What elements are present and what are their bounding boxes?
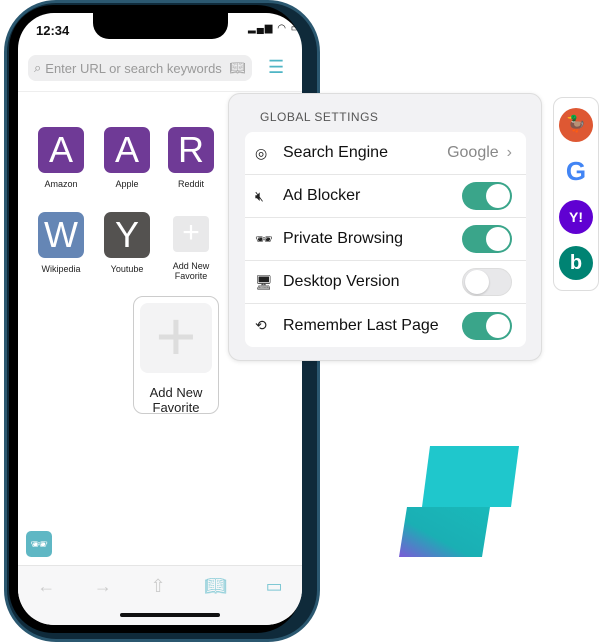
plus-icon: + bbox=[140, 301, 212, 373]
favorite-youtube[interactable]: Y Youtube bbox=[102, 212, 152, 274]
settings-sliders-icon[interactable]: ☰ bbox=[268, 57, 284, 78]
add-favorite-line2: Favorite bbox=[152, 400, 200, 415]
favorite-amazon[interactable]: A Amazon bbox=[36, 127, 86, 189]
logo-upper-shape bbox=[422, 446, 519, 507]
bookmarks-icon[interactable]: 📖︎ bbox=[229, 60, 246, 76]
url-bar[interactable]: ⌕ 📖︎ bbox=[28, 55, 252, 81]
muted-speaker-icon: 🔇︎ bbox=[255, 187, 264, 204]
setting-label: Search Engine bbox=[283, 144, 388, 161]
add-favorite-line1: Add New bbox=[149, 385, 203, 400]
favorite-wikipedia[interactable]: W Wikipedia bbox=[36, 212, 86, 274]
favorite-label: Youtube bbox=[110, 264, 144, 274]
desktop-version-toggle[interactable] bbox=[462, 268, 512, 296]
back-icon[interactable]: ← bbox=[37, 576, 55, 625]
settings-list: ◎ Search Engine Google › 🔇︎ Ad Blocker 🕶︎ Pri… bbox=[245, 132, 526, 347]
favorite-label: Reddit bbox=[177, 179, 204, 189]
favorite-apple[interactable]: A Apple bbox=[102, 127, 152, 189]
yahoo-icon[interactable]: Y! bbox=[559, 200, 593, 234]
favorite-tile: A bbox=[104, 127, 150, 173]
favorite-tile: A bbox=[38, 127, 84, 173]
tabs-icon[interactable]: ▭ bbox=[266, 576, 283, 625]
incognito-icon: 🕶︎ bbox=[255, 230, 273, 247]
search-engine-value: Google bbox=[447, 144, 499, 161]
search-engine-picker: 🦆 G Y! b bbox=[553, 97, 599, 291]
setting-desktop-version: 🖥︎ Desktop Version bbox=[245, 261, 526, 304]
logo-lower-shape bbox=[399, 507, 490, 557]
favorite-tile: W bbox=[38, 212, 84, 258]
setting-search-engine[interactable]: ◎ Search Engine Google › bbox=[245, 132, 526, 175]
favorite-reddit[interactable]: R Reddit bbox=[166, 127, 216, 189]
google-icon[interactable]: G bbox=[559, 154, 593, 188]
bookmarks-icon[interactable]: 📖︎ bbox=[204, 576, 227, 625]
url-input[interactable] bbox=[45, 60, 226, 76]
setting-ad-blocker: 🔇︎ Ad Blocker bbox=[245, 175, 526, 218]
ad-blocker-toggle[interactable] bbox=[462, 182, 512, 210]
setting-remember-last-page: ⟲ Remember Last Page bbox=[245, 304, 526, 347]
status-icons: ▂▄▆ ◠ ▭ bbox=[248, 23, 302, 34]
divider bbox=[18, 91, 302, 92]
search-engine-icon: ◎ bbox=[255, 144, 268, 161]
add-favorite-tooltip[interactable]: + Add New Favorite bbox=[133, 296, 219, 415]
notch bbox=[93, 13, 228, 39]
private-mode-icon[interactable]: 🕶︎ bbox=[26, 531, 52, 557]
settings-title: GLOBAL SETTINGS bbox=[260, 110, 379, 124]
favorite-label: Wikipedia bbox=[41, 264, 81, 274]
favorite-label: Apple bbox=[115, 179, 139, 189]
favorite-tile: Y bbox=[104, 212, 150, 258]
share-icon[interactable]: ⇧ bbox=[150, 576, 165, 625]
add-favorite-button[interactable]: + Add New Favorite bbox=[166, 216, 216, 281]
bing-icon[interactable]: b bbox=[559, 246, 593, 280]
desktop-icon: 🖥︎ bbox=[255, 273, 273, 290]
private-browsing-toggle[interactable] bbox=[462, 225, 512, 253]
chevron-right-icon: › bbox=[506, 144, 512, 161]
remember-last-page-toggle[interactable] bbox=[462, 311, 512, 340]
duckduckgo-icon[interactable]: 🦆 bbox=[559, 108, 593, 142]
favorite-tile: R bbox=[168, 127, 214, 173]
status-time: 12:34 bbox=[36, 23, 70, 38]
add-favorite-label: Add New Favorite bbox=[172, 261, 210, 281]
search-icon: ⌕ bbox=[34, 60, 42, 75]
home-indicator bbox=[120, 613, 220, 617]
setting-label: Private Browsing bbox=[283, 230, 404, 247]
forward-icon[interactable]: → bbox=[94, 576, 112, 625]
favorite-label: Amazon bbox=[44, 179, 78, 189]
plus-icon: + bbox=[173, 216, 209, 252]
global-settings-panel: GLOBAL SETTINGS ◎ Search Engine Google › 🔇︎… bbox=[228, 93, 542, 361]
brand-logo bbox=[399, 446, 519, 557]
history-icon: ⟲ bbox=[255, 317, 267, 333]
setting-label: Remember Last Page bbox=[283, 316, 439, 334]
setting-private-browsing: 🕶︎ Private Browsing bbox=[245, 218, 526, 261]
setting-label: Desktop Version bbox=[283, 273, 400, 290]
setting-label: Ad Blocker bbox=[283, 187, 361, 204]
